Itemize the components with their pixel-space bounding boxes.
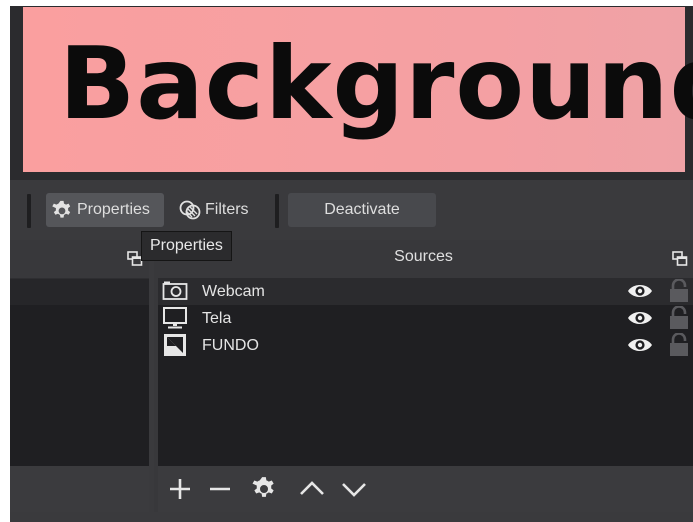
sources-footer [158, 466, 693, 512]
preview-area: Background [10, 6, 693, 180]
move-down-button[interactable] [338, 474, 370, 504]
add-source-button[interactable] [164, 474, 196, 504]
eye-icon[interactable] [627, 281, 653, 301]
source-item-tela[interactable]: Tela [158, 305, 693, 332]
scenes-dock [10, 240, 149, 522]
gear-icon [252, 477, 274, 497]
preview-text: Background [59, 25, 693, 142]
properties-label: Properties [77, 201, 150, 218]
eye-icon[interactable] [627, 308, 653, 328]
undock-icon[interactable] [672, 251, 688, 267]
source-name: FUNDO [202, 337, 259, 354]
source-toolbar: Properties Filters Deactivate [10, 180, 693, 240]
filters-label: Filters [205, 201, 249, 218]
toolbar-separator [27, 194, 31, 228]
toolbar-separator [275, 194, 279, 228]
add-icon [170, 479, 190, 499]
deactivate-button[interactable]: Deactivate [288, 193, 436, 227]
filters-icon [178, 198, 202, 222]
remove-icon [210, 487, 230, 491]
move-up-button[interactable] [296, 474, 328, 504]
eye-icon[interactable] [627, 335, 653, 355]
source-name: Tela [202, 310, 232, 327]
scenes-list[interactable] [10, 278, 149, 467]
remove-source-button[interactable] [204, 474, 236, 504]
deactivate-label: Deactivate [324, 201, 400, 218]
properties-tooltip: Properties [141, 231, 232, 261]
sources-title: Sources [394, 248, 453, 265]
unlock-icon[interactable] [667, 333, 691, 357]
obs-window: Background Properties Filters Deactivate… [10, 6, 693, 522]
scenes-dock-header [10, 240, 149, 274]
unlock-icon[interactable] [667, 306, 691, 330]
source-item-webcam[interactable]: Webcam [158, 278, 693, 305]
monitor-icon [163, 307, 187, 329]
sources-list[interactable]: Webcam Tela FUNDO [158, 278, 693, 466]
source-item-fundo[interactable]: FUNDO [158, 332, 693, 359]
preview-canvas[interactable]: Background [23, 7, 693, 172]
gear-icon [50, 198, 74, 222]
tooltip-text: Properties [150, 237, 223, 254]
source-name: Webcam [202, 283, 265, 300]
camera-icon [162, 281, 188, 300]
source-properties-button[interactable] [248, 474, 280, 504]
sources-dock: Sources Webcam Tela FUNDO [154, 240, 693, 522]
list-item[interactable] [10, 279, 149, 305]
properties-button[interactable]: Properties [46, 193, 164, 227]
image-icon [164, 334, 186, 356]
chevron-up-icon [300, 481, 324, 495]
chevron-down-icon [342, 483, 366, 497]
unlock-icon[interactable] [667, 279, 691, 303]
bottom-strip [10, 512, 693, 522]
filters-button[interactable]: Filters [178, 193, 264, 227]
scenes-footer [10, 466, 149, 512]
